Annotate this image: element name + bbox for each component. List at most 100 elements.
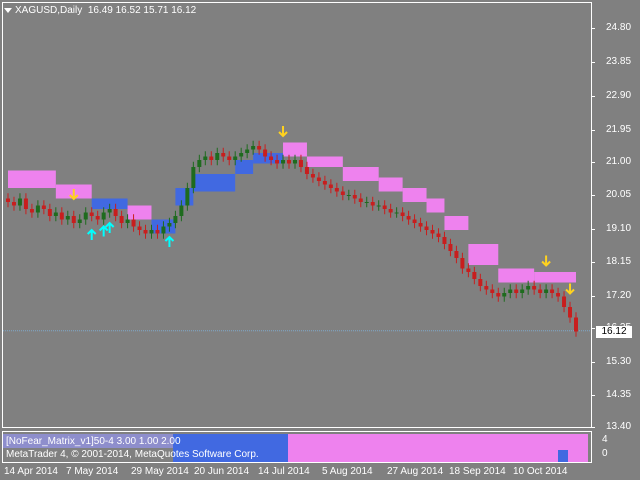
sell-arrow-icon: [565, 283, 575, 295]
candle-body: [484, 286, 489, 290]
candle-body: [310, 174, 315, 178]
candle-body: [83, 212, 88, 220]
price-pane[interactable]: [2, 2, 592, 428]
price-tick: 18.15: [606, 256, 632, 267]
candle-body: [340, 191, 345, 195]
price-tick-mark: [592, 328, 595, 329]
candle-body: [95, 216, 100, 220]
candle-body: [568, 307, 573, 318]
candle-body: [304, 167, 309, 174]
candle-body: [292, 160, 297, 164]
candle-body: [562, 296, 567, 307]
candle-body: [466, 268, 471, 272]
candle-body: [430, 230, 435, 234]
candle-body: [113, 209, 118, 216]
time-tick: 14 Jul 2014: [258, 466, 310, 477]
symbol-label: XAGUSD,Daily: [15, 5, 83, 16]
price-tick-mark: [592, 362, 595, 363]
candle-body: [131, 219, 136, 227]
indicator-tick: 0: [602, 448, 608, 459]
price-tick: 14.35: [606, 389, 632, 400]
ohlc-label: 16.49 16.52 15.71 16.12: [87, 5, 197, 16]
candle-body: [328, 184, 333, 188]
band-segment: [8, 170, 56, 188]
band-segment: [468, 244, 499, 265]
band-segment: [378, 177, 403, 192]
price-tick: 24.80: [606, 22, 632, 33]
candle-body: [538, 289, 543, 293]
candle-body: [418, 223, 423, 227]
last-price-badge: 16.12: [596, 326, 632, 338]
candle-body: [107, 209, 112, 213]
candle-body: [400, 212, 405, 216]
candle-body: [442, 237, 447, 244]
band-segment: [426, 198, 445, 213]
candle-body: [406, 216, 411, 220]
candle-body: [382, 205, 387, 209]
price-tick-mark: [592, 162, 595, 163]
candle-body: [478, 279, 483, 286]
candle-body: [239, 153, 244, 157]
candle-body: [221, 153, 226, 157]
price-tick-mark: [592, 195, 595, 196]
sell-arrow-icon: [278, 126, 288, 138]
chart-window: XAGUSD,Daily 16.49 16.52 15.71 16.12 24.…: [0, 0, 640, 480]
price-tick: 20.05: [606, 189, 632, 200]
candle-body: [436, 233, 441, 237]
candle-body: [179, 205, 184, 216]
indicator-bar: [288, 434, 588, 462]
candle-body: [257, 146, 262, 150]
candle-body: [364, 202, 369, 203]
candle-body: [298, 160, 303, 167]
candle-body: [454, 251, 459, 258]
band-segment: [127, 205, 152, 220]
candle-body: [532, 286, 537, 290]
candle-body: [490, 289, 495, 293]
price-tick-mark: [592, 28, 595, 29]
band-segment: [306, 156, 343, 167]
price-tick-mark: [592, 62, 595, 63]
chevron-down-icon[interactable]: [4, 7, 12, 13]
price-tick-mark: [592, 130, 595, 131]
price-tick-mark: [592, 296, 595, 297]
candle-body: [71, 216, 76, 223]
price-tick-mark: [592, 262, 595, 263]
candle-body: [23, 198, 28, 209]
candle-body: [6, 198, 10, 202]
price-tick: 21.00: [606, 156, 632, 167]
candle-body: [287, 160, 292, 164]
candle-body: [11, 202, 16, 206]
indicator-bar: [558, 450, 568, 462]
candle-body: [53, 212, 58, 216]
candle-body: [209, 156, 214, 160]
candle-body: [215, 153, 220, 160]
candle-body: [526, 286, 531, 290]
price-tick-mark: [592, 427, 595, 428]
candle-body: [376, 205, 381, 207]
time-tick: 7 May 2014: [66, 466, 119, 477]
candle-body: [281, 160, 286, 164]
price-tick-mark: [592, 96, 595, 97]
candle-body: [65, 216, 70, 220]
candle-body: [125, 219, 130, 223]
candle-body: [556, 293, 561, 297]
band-segment: [402, 188, 427, 202]
candle-body: [358, 198, 363, 202]
candle-body: [185, 188, 190, 206]
band-segment: [534, 272, 576, 283]
price-tick: 15.30: [606, 356, 632, 367]
candle-body: [227, 156, 232, 160]
candle-body: [35, 205, 40, 213]
time-tick: 18 Sep 2014: [449, 466, 506, 477]
candle-body: [191, 167, 196, 188]
price-axis: 24.80 23.85 22.90 21.95 21.00 20.05 19.10 18.15…: [592, 2, 640, 432]
candle-body: [316, 177, 321, 181]
candle-body: [544, 289, 549, 293]
price-tick: 22.90: [606, 90, 632, 101]
candle-body: [161, 226, 166, 234]
candle-body: [346, 195, 351, 196]
time-tick: 20 Jun 2014: [194, 466, 250, 477]
candle-body: [155, 230, 160, 234]
price-tick-mark: [592, 229, 595, 230]
time-tick: 29 May 2014: [131, 466, 189, 477]
